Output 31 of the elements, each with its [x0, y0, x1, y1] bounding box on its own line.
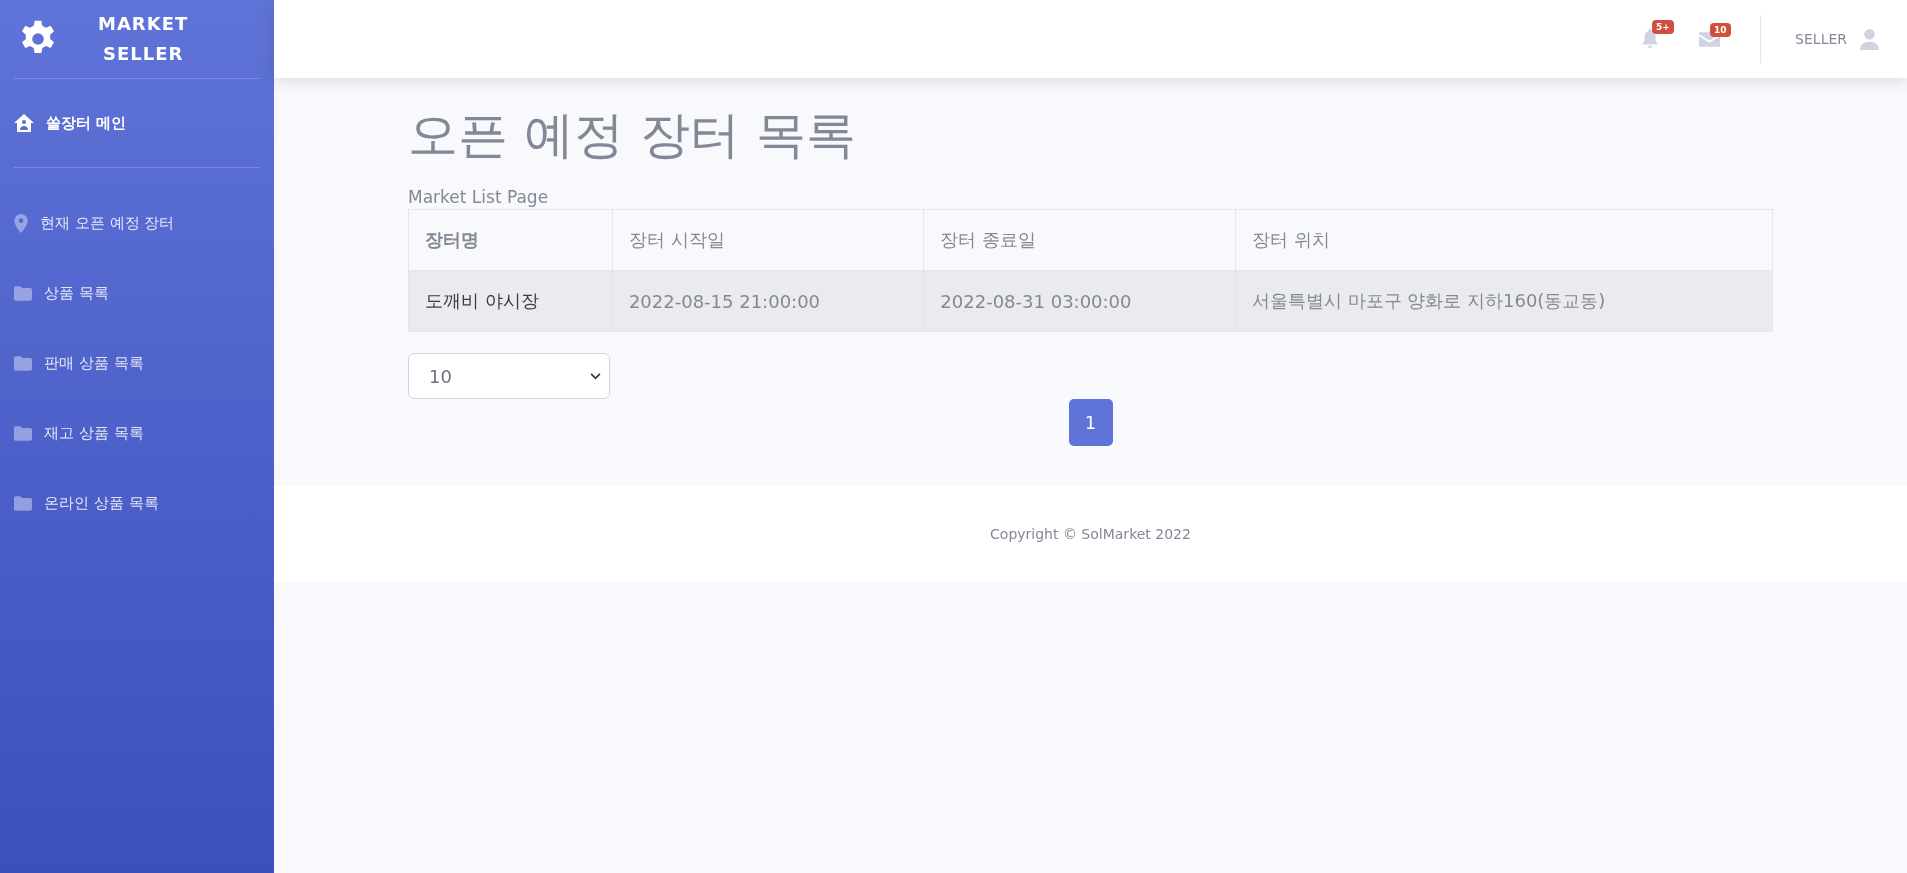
folder-icon — [14, 495, 32, 511]
page-subtitle: Market List Page — [408, 187, 550, 207]
folder-icon — [14, 285, 32, 301]
column-header: 장터 위치 — [1235, 209, 1773, 271]
table-cell: 서울특별시 마포구 양화로 지하160(동교동) — [1235, 270, 1773, 332]
page-title: 오픈 예정 장터 목록 — [408, 105, 857, 166]
house-icon — [14, 114, 34, 132]
page-button[interactable]: 1 — [1068, 399, 1113, 446]
bell-icon[interactable] — [1641, 29, 1660, 49]
map-pin-icon — [14, 213, 28, 233]
table-cell: 2022-08-31 03:00:00 — [923, 270, 1236, 332]
chevron-down-icon — [590, 372, 601, 380]
nav-link[interactable]: 상품 목록 — [0, 258, 274, 328]
nav-link[interactable]: 쏠장터 메인 — [0, 79, 274, 167]
column-header: 장터명 — [408, 209, 613, 271]
column-header: 장터 시작일 — [612, 209, 924, 271]
nav-link[interactable]: 재고 상품 목록 — [0, 398, 274, 468]
copyright-text: Copyright © SolMarket 2022 — [990, 526, 1191, 542]
column-header: 장터 종료일 — [923, 209, 1236, 271]
nav-link[interactable]: 현재 오픈 예정 장터 — [0, 188, 274, 258]
user-name[interactable]: SELLER — [1795, 31, 1847, 47]
nav-link[interactable]: 온라인 상품 목록 — [0, 468, 274, 538]
table-cell: 2022-08-15 21:00:00 — [612, 270, 924, 332]
table-cell: 도깨비 야시장 — [408, 270, 613, 332]
nav-link[interactable]: 판매 상품 목록 — [0, 328, 274, 398]
brand-title: MARKET SELLER — [98, 12, 189, 66]
folder-icon — [14, 355, 32, 371]
message-count-badge: 10 — [1710, 22, 1731, 37]
folder-icon — [14, 425, 32, 441]
page-size-select[interactable]: 10 — [408, 353, 610, 399]
alert-count-badge: 5+ — [1652, 20, 1674, 34]
